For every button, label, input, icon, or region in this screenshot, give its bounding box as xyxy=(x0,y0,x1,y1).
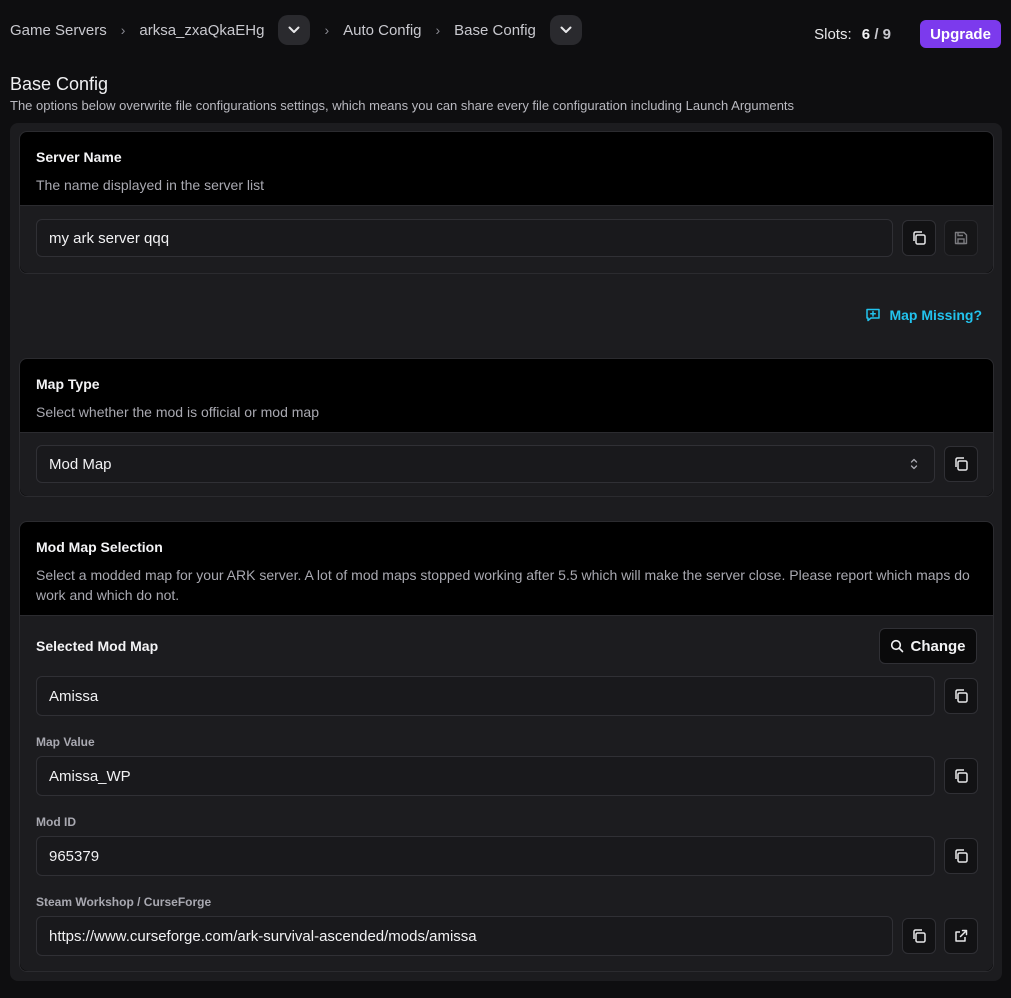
copy-icon xyxy=(913,929,926,943)
map-value-field[interactable]: Amissa_WP xyxy=(36,756,935,796)
save-button[interactable] xyxy=(944,220,978,256)
map-type-desc: Select whether the mod is official or mo… xyxy=(36,404,319,420)
copy-button[interactable] xyxy=(944,446,978,482)
change-label: Change xyxy=(910,637,966,655)
map-type-title: Map Type xyxy=(36,376,100,392)
mod-map-title: Mod Map Selection xyxy=(36,539,163,555)
workshop-url-field[interactable]: https://www.curseforge.com/ark-survival-… xyxy=(36,916,893,956)
copy-icon xyxy=(913,231,926,245)
copy-button[interactable] xyxy=(944,678,978,714)
mod-map-desc: Select a modded map for your ARK server.… xyxy=(36,567,970,603)
slots-indicator: Slots: 6 / 9 xyxy=(814,26,891,43)
mod-id-label: Mod ID xyxy=(36,815,76,829)
breadcrumb-auto-config[interactable]: Auto Config xyxy=(343,22,421,39)
map-type-body: Mod Map xyxy=(20,432,993,496)
chevron-right-icon: › xyxy=(324,22,330,38)
page-title: Base Config xyxy=(10,74,109,94)
map-missing-label: Map Missing? xyxy=(889,307,982,323)
map-type-card: Map Type Select whether the mod is offic… xyxy=(19,358,994,497)
upgrade-button[interactable]: Upgrade xyxy=(920,20,1001,48)
copy-icon xyxy=(955,849,968,863)
slots-sep: / xyxy=(874,26,879,43)
server-name-input[interactable]: my ark server qqq xyxy=(36,219,893,257)
workshop-label: Steam Workshop / CurseForge xyxy=(36,895,212,909)
chevron-down-icon xyxy=(288,26,300,33)
map-type-value: Mod Map xyxy=(49,455,112,473)
copy-icon xyxy=(955,689,968,703)
selected-mod-map-label: Selected Mod Map xyxy=(36,638,159,654)
copy-button[interactable] xyxy=(944,838,978,874)
mod-id-field[interactable]: 965379 xyxy=(36,836,935,876)
server-name-body: my ark server qqq xyxy=(20,205,993,273)
slots-label: Slots: xyxy=(814,26,852,43)
server-name-title: Server Name xyxy=(36,149,122,165)
copy-icon xyxy=(955,769,968,783)
chevron-up-down-icon xyxy=(910,458,918,470)
breadcrumb-server[interactable]: arksa_zxaQkaEHg xyxy=(139,22,264,39)
breadcrumb: Game Servers › arksa_zxaQkaEHg › Auto Co… xyxy=(10,14,582,46)
top-bar: Game Servers › arksa_zxaQkaEHg › Auto Co… xyxy=(0,0,1011,64)
map-type-select[interactable]: Mod Map xyxy=(36,445,935,483)
selected-mod-map-field[interactable]: Amissa xyxy=(36,676,935,716)
open-external-button[interactable] xyxy=(944,918,978,954)
breadcrumb-base-config[interactable]: Base Config xyxy=(454,22,536,39)
slots-total: 9 xyxy=(882,26,891,43)
server-name-desc: The name displayed in the server list xyxy=(36,177,264,193)
config-dropdown-button[interactable] xyxy=(549,15,582,45)
copy-button[interactable] xyxy=(902,220,936,256)
map-value-label: Map Value xyxy=(36,735,95,749)
search-icon xyxy=(891,639,904,653)
copy-icon xyxy=(955,457,968,471)
breadcrumb-game-servers[interactable]: Game Servers xyxy=(10,22,107,39)
chevron-down-icon xyxy=(560,26,572,33)
chevron-right-icon: › xyxy=(435,22,441,38)
mod-map-body: Selected Mod Map Change Amissa Map Value… xyxy=(20,615,993,971)
server-name-card: Server Name The name displayed in the se… xyxy=(19,131,994,274)
map-missing-link[interactable]: Map Missing? xyxy=(865,307,982,323)
chevron-right-icon: › xyxy=(120,22,126,38)
change-button[interactable]: Change xyxy=(879,628,977,664)
external-link-icon xyxy=(955,929,968,942)
copy-button[interactable] xyxy=(944,758,978,794)
message-plus-icon xyxy=(866,308,881,322)
mod-map-card: Mod Map Selection Select a modded map fo… xyxy=(19,521,994,972)
server-dropdown-button[interactable] xyxy=(278,15,311,45)
page-subtitle: The options below overwrite file configu… xyxy=(10,98,795,113)
copy-button[interactable] xyxy=(902,918,936,954)
slots-used: 6 xyxy=(861,26,871,43)
save-icon xyxy=(954,231,968,245)
